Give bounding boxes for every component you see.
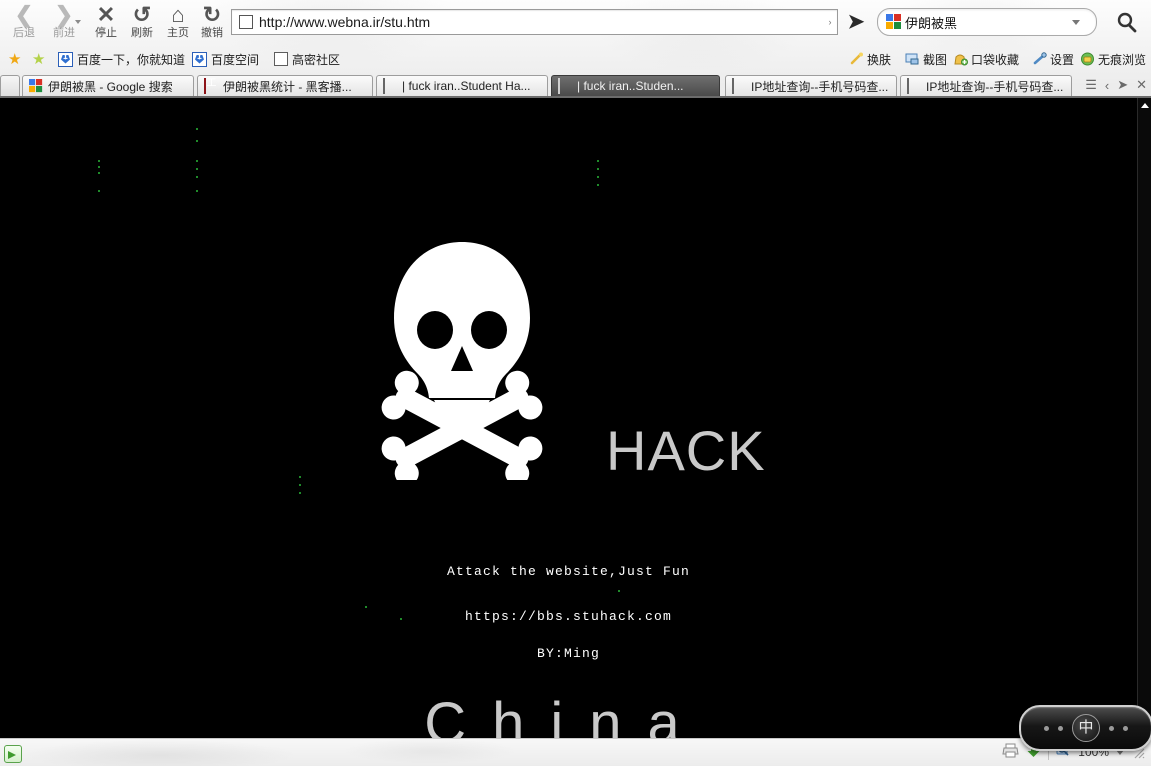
settings-button[interactable]: 设置 (1032, 49, 1074, 69)
navigation-toolbar: ❮ 后退 ❯ 前进 ✕ 停止 ↺ 刷新 ⌂ 主页 ↻ 撤销 http://www… (0, 0, 1151, 44)
tab-ip-lookup-1[interactable]: IP地址查询--手机号码查... (725, 75, 897, 96)
red-site-icon (204, 78, 218, 94)
page-icon (907, 78, 921, 94)
add-bookmark-icon: ★ (32, 50, 46, 68)
bookmark-label: 百度一下，你就知道 (77, 52, 186, 67)
forward-button-label: 前进 (53, 27, 75, 39)
pocket-favorites-label: 口袋收藏 (971, 52, 1020, 67)
pocket-favorites-button[interactable]: 口袋收藏 (953, 49, 1019, 69)
ime-dot-icon (1044, 725, 1049, 731)
stop-button[interactable]: ✕ 停止 (86, 2, 126, 40)
country-heading: China (424, 691, 706, 738)
input-method-bar[interactable]: 中 (1019, 705, 1151, 751)
printer-icon[interactable] (1002, 743, 1019, 761)
attack-tagline: Attack the website,Just Fun (446, 564, 691, 579)
undo-button[interactable]: ↻ 撤销 (192, 2, 232, 40)
incognito-icon (1080, 52, 1095, 66)
baidu-icon (192, 51, 207, 67)
screenshot-icon (905, 52, 920, 66)
page-icon (558, 78, 572, 94)
bookmark-label: 高密社区 (292, 52, 341, 67)
tab-label: IP地址查询--手机号码查... (926, 79, 1064, 94)
bookmark-gaomi-community[interactable]: 高密社区 (274, 49, 340, 69)
page-icon (274, 52, 288, 66)
tab-fuck-iran-2[interactable]: | fuck iran..Studen... (551, 75, 720, 96)
tab-next-icon[interactable]: ➤ (1117, 77, 1128, 93)
tab-strip-left-stub (0, 75, 20, 97)
go-forward-icon[interactable] (4, 745, 22, 763)
tab-label: 伊朗被黑统计 - 黑客播... (223, 79, 352, 94)
forum-url: https://bbs.stuhack.com (464, 609, 673, 624)
incognito-button[interactable]: 无痕浏览 (1080, 49, 1146, 69)
hack-heading: HACK (606, 419, 766, 482)
status-bar: 100% (0, 738, 1151, 766)
back-button-label: 后退 (13, 27, 35, 39)
address-bar[interactable]: http://www.webna.ir/stu.htm › (231, 9, 838, 35)
page-scrollbar[interactable] (1137, 98, 1151, 738)
author-credit: BY:Ming (536, 646, 600, 661)
tab-close-icon[interactable]: ✕ (1136, 77, 1147, 93)
tab-label: 伊朗被黑 - Google 搜索 (48, 79, 173, 94)
add-bookmark-button[interactable]: ★ (32, 49, 49, 69)
magic-wand-icon (849, 52, 864, 66)
web-page-content: HACK Attack the website,Just Fun https:/… (0, 98, 1137, 738)
browser-window: ❮ 后退 ❯ 前进 ✕ 停止 ↺ 刷新 ⌂ 主页 ↻ 撤销 http://www… (0, 0, 1151, 766)
search-input[interactable]: 伊朗被黑 (905, 13, 1072, 32)
baidu-icon (58, 51, 73, 67)
undo-button-label: 撤销 (201, 27, 223, 39)
chevron-down-icon[interactable] (1072, 19, 1080, 25)
tab-strip: 伊朗被黑 - Google 搜索 伊朗被黑统计 - 黑客播... | fuck … (0, 73, 1151, 98)
close-x-icon: ✕ (96, 2, 116, 27)
tab-hack-stats[interactable]: 伊朗被黑统计 - 黑客播... (197, 75, 373, 96)
ime-dot-icon (1109, 725, 1114, 731)
star-icon: ★ (8, 50, 22, 68)
bookmark-star-button[interactable]: ★ (8, 49, 25, 69)
undo-icon: ↻ (202, 2, 222, 27)
tab-google-search[interactable]: 伊朗被黑 - Google 搜索 (22, 75, 194, 96)
google-icon (886, 14, 902, 30)
matrix-rain-decoration (0, 98, 1137, 738)
tab-strip-tools: ☰ ‹ ➤ ✕ (1085, 77, 1147, 93)
bookmark-label: 百度空间 (211, 52, 260, 67)
settings-label: 设置 (1050, 52, 1075, 67)
ime-dot-icon (1058, 725, 1063, 731)
skin-label: 换肤 (867, 52, 892, 67)
pocket-favorites-icon (953, 52, 968, 66)
search-box[interactable]: 伊朗被黑 (877, 8, 1097, 36)
incognito-label: 无痕浏览 (1098, 52, 1147, 67)
bookmark-baidu-search[interactable]: 百度一下，你就知道 (58, 49, 185, 69)
screenshot-button[interactable]: 截图 (905, 49, 947, 69)
ime-dot-icon (1123, 725, 1128, 731)
refresh-button[interactable]: ↺ 刷新 (122, 2, 162, 40)
ime-chinese-mode-icon[interactable]: 中 (1072, 714, 1100, 742)
bookmark-baidu-space[interactable]: 百度空间 (192, 49, 259, 69)
tab-ip-lookup-2[interactable]: IP地址查询--手机号码查... (900, 75, 1072, 96)
refresh-button-label: 刷新 (131, 27, 153, 39)
tab-label: IP地址查询--手机号码查... (751, 79, 889, 94)
go-button[interactable]: ➤ (845, 10, 867, 34)
refresh-icon: ↺ (132, 2, 152, 27)
skull-and-crossbones-icon (378, 238, 546, 486)
skin-button[interactable]: 换肤 (849, 49, 891, 69)
address-dropdown-icon[interactable]: › (823, 11, 837, 33)
tab-fuck-iran-1[interactable]: | fuck iran..Student Ha... (376, 75, 548, 96)
search-icon[interactable] (1114, 10, 1138, 34)
screenshot-label: 截图 (923, 52, 948, 67)
tab-prev-icon[interactable]: ‹ (1105, 78, 1109, 93)
back-arrow-icon: ❮ (14, 2, 34, 27)
bookmarks-bar: ★ ★ 百度一下，你就知道 百度空间 高密社区 换肤 截图 口袋收藏 设置 无痕… (0, 46, 1151, 72)
tab-label: | fuck iran..Student Ha... (402, 79, 531, 93)
page-icon (732, 78, 746, 94)
address-input[interactable]: http://www.webna.ir/stu.htm (259, 14, 823, 30)
back-button[interactable]: ❮ 后退 (2, 2, 46, 40)
tab-list-icon[interactable]: ☰ (1085, 77, 1097, 93)
tab-label: | fuck iran..Studen... (577, 79, 684, 93)
gear-icon (1032, 52, 1047, 66)
scroll-up-icon[interactable] (1141, 103, 1149, 108)
page-icon (383, 78, 397, 94)
google-icon (29, 79, 43, 93)
page-icon (239, 15, 253, 29)
stop-button-label: 停止 (95, 27, 117, 39)
history-dropdown-icon[interactable] (75, 20, 81, 24)
